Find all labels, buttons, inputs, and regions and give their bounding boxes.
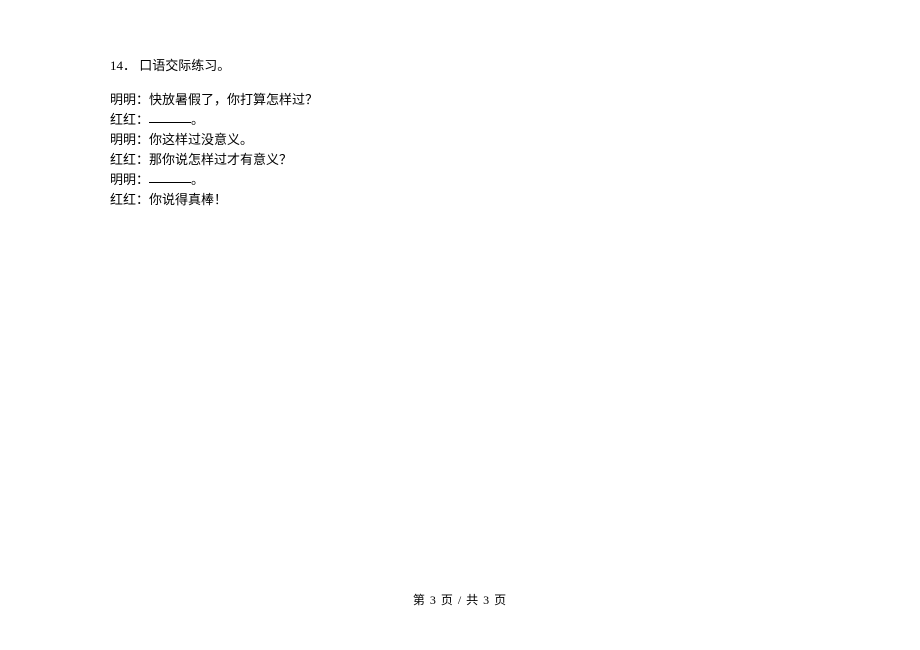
dialogue-line: 明明： 。 — [110, 170, 810, 190]
document-content: 14． 口语交际练习。 明明：快放暑假了，你打算怎样过？ 红红：。 明明：你这样… — [0, 0, 920, 209]
dialogue-text: 那你说怎样过才有意义？ — [149, 152, 292, 167]
speaker-label: 红红： — [110, 112, 149, 127]
dialogue-text: 你这样过没意义。 — [149, 132, 253, 147]
speaker-label: 明明： — [110, 172, 149, 187]
question-number: 14． — [110, 58, 136, 73]
speaker-label: 红红： — [110, 152, 149, 167]
page-indicator: 第 3 页 / 共 3 页 — [413, 593, 507, 607]
question-header: 14． 口语交际练习。 — [110, 56, 810, 76]
speaker-label: 红红： — [110, 192, 149, 207]
page-footer: 第 3 页 / 共 3 页 — [0, 591, 920, 608]
dialogue-line: 红红： 。 — [110, 110, 810, 130]
dialogue-line: 明明：你这样过没意义。 — [110, 130, 810, 150]
question-title: 口语交际练习。 — [139, 58, 230, 73]
dialogue-line: 明明：快放暑假了，你打算怎样过？ — [110, 90, 810, 110]
dialogue-text: 。 — [191, 172, 204, 187]
dialogue-line: 红红：你说得真棒！ — [110, 190, 810, 210]
speaker-label: 明明： — [110, 92, 149, 107]
fill-blank[interactable] — [149, 170, 191, 183]
dialogue-text: 快放暑假了，你打算怎样过？ — [149, 92, 318, 107]
speaker-label: 明明： — [110, 132, 149, 147]
dialogue-text: 你说得真棒！ — [149, 192, 227, 207]
dialogue-text: 。 — [191, 112, 204, 127]
fill-blank[interactable] — [149, 110, 191, 123]
dialogue-line: 红红：那你说怎样过才有意义？ — [110, 150, 810, 170]
